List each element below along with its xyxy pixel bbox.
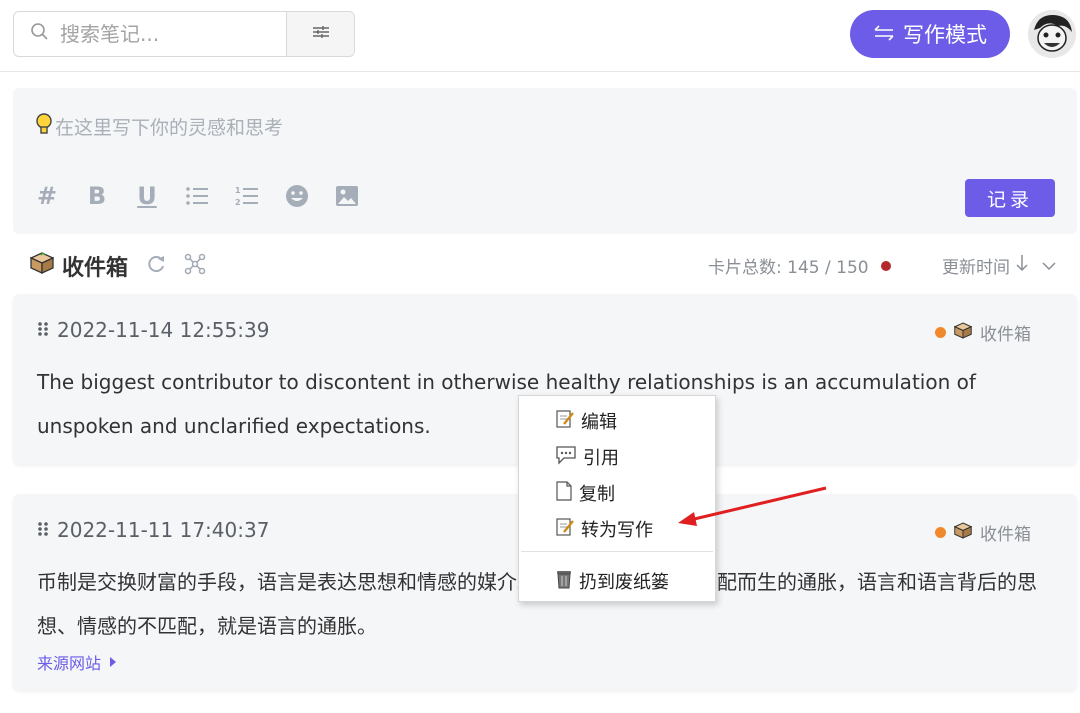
write-mode-label: 写作模式 [903, 23, 987, 47]
copy-icon [555, 480, 573, 506]
tag-dot [935, 527, 946, 538]
note-editor[interactable]: 在这里写下你的灵感和思考 # B U 12 记录 [13, 88, 1077, 234]
chevron-down-icon [1042, 256, 1056, 276]
trash-icon [555, 569, 573, 594]
menu-item-label: 复制 [579, 484, 615, 505]
card-tag[interactable]: 收件箱 [935, 520, 1031, 545]
inbox-title: 收件箱 [62, 256, 129, 281]
source-label: 来源网站 [37, 654, 102, 673]
numbered-list-icon[interactable]: 12 [235, 184, 259, 208]
menu-item-label: 转为写作 [581, 520, 653, 541]
menu-item-label: 引用 [583, 448, 619, 469]
search-input[interactable] [60, 22, 260, 46]
quote-icon [555, 445, 577, 470]
card-tag-label: 收件箱 [980, 525, 1031, 545]
svg-text:2: 2 [235, 198, 241, 207]
format-toolbar: # B U 12 [35, 182, 359, 210]
grip-icon[interactable] [37, 518, 49, 542]
avatar[interactable] [1028, 10, 1076, 58]
menu-item-convert-to-writing[interactable]: 转为写作 [555, 516, 653, 542]
grip-icon[interactable] [37, 318, 49, 342]
box-icon [953, 321, 973, 344]
card-time-text: 2022-11-14 12:55:39 [57, 318, 270, 342]
refresh-icon[interactable] [146, 254, 166, 279]
record-button[interactable]: 记录 [965, 179, 1055, 217]
menu-item-copy[interactable]: 复制 [555, 480, 615, 506]
caret-right-icon [109, 653, 117, 672]
filter-icon [312, 24, 330, 44]
filter-button[interactable] [286, 12, 354, 56]
edit-icon [555, 517, 575, 542]
card-count-label: 卡片总数: 145 / 150 [708, 258, 869, 278]
menu-item-trash[interactable]: 扔到废纸篓 [555, 568, 669, 594]
sort-label: 更新时间 [942, 258, 1010, 278]
bold-icon[interactable]: B [85, 182, 109, 210]
network-icon[interactable] [184, 253, 206, 280]
write-mode-button[interactable]: 写作模式 [850, 10, 1010, 58]
menu-item-label: 编辑 [581, 412, 617, 433]
inbox-header: 收件箱 卡片总数: 145 / 150 更新时间 [29, 250, 1070, 282]
menu-item-label: 扔到废纸篓 [579, 572, 669, 593]
image-icon[interactable] [335, 184, 359, 208]
emoji-icon[interactable] [285, 184, 309, 208]
editor-placeholder[interactable]: 在这里写下你的灵感和思考 [35, 112, 283, 141]
card-time-text: 2022-11-11 17:40:37 [57, 518, 270, 542]
lightbulb-icon [35, 112, 53, 141]
search-box[interactable] [13, 11, 355, 57]
bullet-list-icon[interactable] [185, 184, 209, 208]
annotation-arrow [678, 486, 827, 526]
swap-icon [873, 22, 895, 46]
top-bar: 写作模式 [0, 0, 1080, 72]
card-tag-label: 收件箱 [980, 325, 1031, 345]
inbox-title-wrap: 收件箱 [29, 250, 206, 282]
underline-icon[interactable]: U [135, 182, 159, 210]
tag-dot [935, 327, 946, 338]
sort-selector[interactable]: 更新时间 [942, 253, 1056, 278]
edit-icon [555, 409, 575, 434]
card-timestamp: 2022-11-14 12:55:39 [37, 318, 269, 342]
editor-placeholder-text: 在这里写下你的灵感和思考 [55, 117, 284, 139]
card-timestamp: 2022-11-11 17:40:37 [37, 518, 269, 542]
menu-item-quote[interactable]: 引用 [555, 444, 619, 470]
box-icon [29, 252, 55, 280]
search-icon [30, 22, 50, 46]
card-count: 卡片总数: 145 / 150 [708, 253, 891, 278]
menu-divider [521, 551, 713, 552]
search-field-wrap[interactable] [14, 12, 286, 56]
svg-text:1: 1 [235, 186, 241, 195]
status-dot [880, 260, 891, 271]
box-icon [953, 521, 973, 544]
menu-item-edit[interactable]: 编辑 [555, 408, 617, 434]
arrow-down-icon [1016, 254, 1028, 277]
card-tag[interactable]: 收件箱 [935, 320, 1031, 345]
hashtag-icon[interactable]: # [35, 182, 59, 210]
source-link[interactable]: 来源网站 [37, 650, 117, 674]
